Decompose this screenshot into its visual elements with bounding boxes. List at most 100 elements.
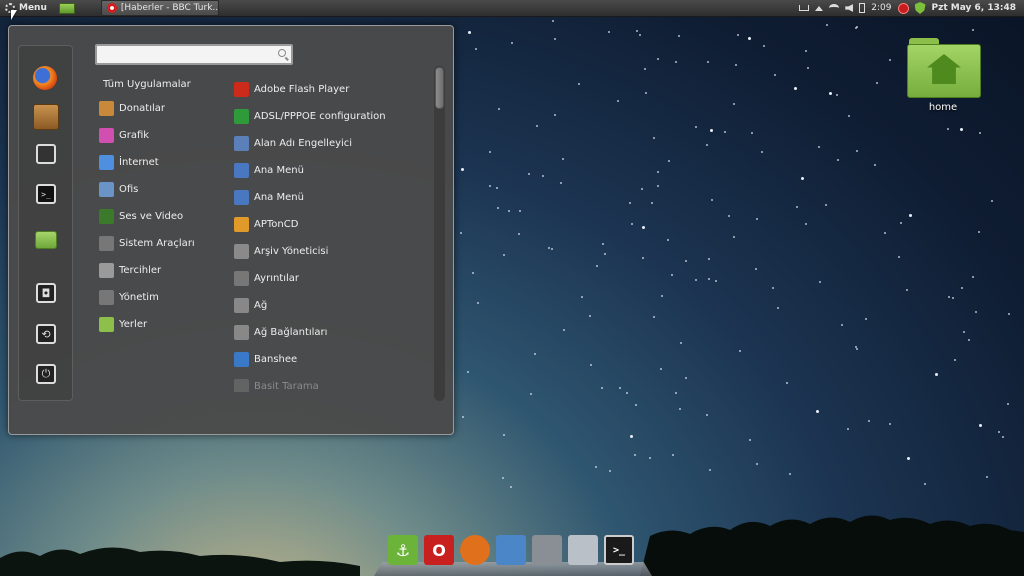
application-label: Basit Tarama [254,381,319,392]
domain-blocker-icon [234,136,249,151]
application-item[interactable]: Adobe Flash Player [234,76,429,103]
office-icon [99,182,114,197]
taskbar-window-button[interactable]: [Haberler - BBC Turk... [100,0,219,16]
system-settings-icon[interactable] [36,144,56,164]
application-label: Adobe Flash Player [254,84,350,95]
lock-screen-icon[interactable]: ◘ [36,283,56,303]
application-label: Ağ [254,300,268,311]
application-label: Alan Adı Engelleyici [254,138,353,149]
mouse-cursor [11,10,17,20]
up-arrow-icon[interactable] [815,5,824,11]
category-list: Tüm Uygulamalar Donatılar Grafik İnternet Of… [99,76,229,338]
application-item[interactable]: Ana Menü [234,184,429,211]
network-icon [234,298,249,313]
opera-icon [106,3,117,13]
menu-button[interactable]: Menu [0,0,53,17]
application-label: Arşiv Yöneticisi [254,246,329,257]
category-label: Sistem Araçları [119,238,195,249]
category-item[interactable]: Yerler [99,311,229,338]
logout-icon[interactable]: ⟲ [36,324,56,344]
application-item[interactable]: Arşiv Yöneticisi [234,238,429,265]
category-label: Yönetim [119,292,159,303]
volume-icon[interactable] [845,4,854,12]
category-label: Ses ve Video [119,211,184,222]
application-label: Ana Menü [254,192,304,203]
application-item[interactable]: Ayrıntılar [234,265,429,292]
application-item[interactable]: Alan Adı Engelleyici [234,130,429,157]
scrollbar-thumb[interactable] [435,67,444,109]
main-menu-icon [234,190,249,205]
droplet-app-icon[interactable] [532,535,562,565]
battery-time: 2:09 [871,3,892,13]
application-item[interactable]: ADSL/PPPOE configuration [234,103,429,130]
application-label: APTonCD [254,219,299,230]
banshee-icon [234,352,249,367]
category-item[interactable]: Ofis [99,176,229,203]
accessories-icon [99,101,114,116]
system-tools-icon [99,236,114,251]
firefox-icon[interactable] [460,535,490,565]
update-shield-icon[interactable] [914,2,926,14]
disc-burner-icon[interactable] [568,535,598,565]
application-label: Ana Menü [254,165,304,176]
application-list-scrollbar[interactable] [434,66,445,401]
main-menu-icon [234,163,249,178]
terminal-icon[interactable]: >_ [36,184,56,204]
favorites-panel: >_ ◘ ⟲ ⏻ [18,45,73,401]
show-desktop-icon[interactable] [58,2,75,14]
application-item[interactable]: APTonCD [234,211,429,238]
category-label: Ofis [119,184,139,195]
application-label: Ayrıntılar [254,273,300,284]
top-panel: Menu [Haberler - BBC Turk... 2:09 Pzt Ma… [0,0,1024,17]
application-item[interactable]: Ağ Bağlantıları [234,319,429,346]
application-menu: >_ ◘ ⟲ ⏻ Tüm Uygulamalar Donatılar Grafik İ… [8,25,454,435]
home-folder-icon [905,38,981,98]
application-label: Ağ Bağlantıları [254,327,328,338]
wifi-icon[interactable] [829,4,840,12]
dock: ⚓ O >_ [374,530,652,576]
desktop-icon-label: home [928,102,958,113]
desktop-home-folder[interactable]: home [903,38,983,113]
shutdown-icon[interactable]: ⏻ [36,364,56,384]
category-item[interactable]: Ses ve Video [99,203,229,230]
anchor-app-icon[interactable]: ⚓ [388,535,418,565]
multimedia-icon [99,209,114,224]
category-item[interactable]: Yönetim [99,284,229,311]
category-item[interactable]: İnternet [99,149,229,176]
category-all-applications[interactable]: Tüm Uygulamalar [99,76,229,92]
places-folder-icon [99,317,114,332]
details-icon [234,271,249,286]
taskbar-window-title: [Haberler - BBC Turk... [120,3,219,13]
battery-icon[interactable] [859,3,866,13]
category-label: Donatılar [119,103,166,114]
chromium-icon[interactable] [496,535,526,565]
category-item[interactable]: Donatılar [99,95,229,122]
firefox-icon[interactable] [33,66,57,90]
category-item[interactable]: Tercihler [99,257,229,284]
graphics-icon [99,128,114,143]
application-item[interactable]: Ana Menü [234,157,429,184]
application-item[interactable]: Basit Tarama [234,373,429,392]
clock[interactable]: Pzt May 6, 13:48 [932,3,1017,13]
application-item[interactable]: Ağ [234,292,429,319]
category-item[interactable]: Grafik [99,122,229,149]
package-installer-icon[interactable] [33,104,59,130]
internet-icon [99,155,114,170]
application-label: Banshee [254,354,298,365]
keyboard-icon[interactable] [799,5,810,11]
scanner-icon [234,379,249,392]
archive-manager-icon [234,244,249,259]
aptoncd-icon [234,217,249,232]
application-item[interactable]: Banshee [234,346,429,373]
opera-icon[interactable]: O [424,535,454,565]
terminal-icon[interactable]: >_ [604,535,634,565]
flash-player-icon [234,82,249,97]
notification-icon[interactable] [897,2,909,14]
system-tray: 2:09 Pzt May 6, 13:48 [799,2,1024,14]
search-input[interactable] [95,44,293,65]
category-label: Tercihler [119,265,162,276]
category-label: İnternet [119,157,159,168]
category-item[interactable]: Sistem Araçları [99,230,229,257]
category-label: Tüm Uygulamalar [103,78,191,90]
folder-icon[interactable] [35,231,57,249]
